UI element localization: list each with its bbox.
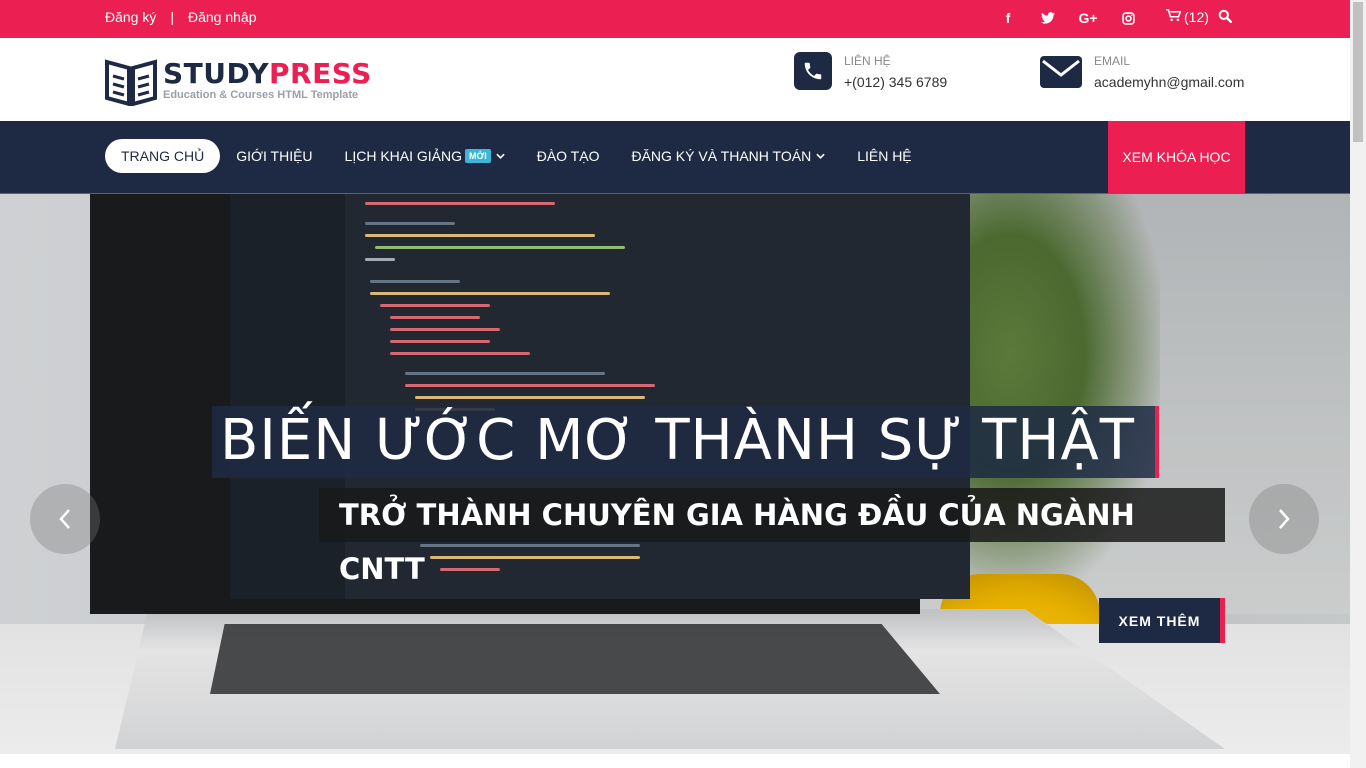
nav-item-about[interactable]: GIỚI THIỆU xyxy=(220,139,328,173)
nav-item-home[interactable]: TRANG CHỦ xyxy=(105,139,221,173)
site-logo[interactable]: STUDYPRESS Education & Courses HTML Temp… xyxy=(105,54,372,106)
auth-separator: | xyxy=(170,9,174,25)
login-link[interactable]: Đăng nhập xyxy=(188,9,257,25)
social-links: f G+ xyxy=(988,8,1148,28)
new-badge: MỚI xyxy=(465,149,491,163)
email-address: academyhn@gmail.com xyxy=(1094,74,1245,90)
nav-item-contact[interactable]: LIÊN HỆ xyxy=(841,139,927,173)
instagram-icon[interactable] xyxy=(1108,8,1148,28)
contact-label: LIÊN HỆ xyxy=(844,54,891,68)
twitter-icon[interactable] xyxy=(1028,8,1068,28)
brand-tagline: Education & Courses HTML Template xyxy=(163,89,359,101)
register-link[interactable]: Đăng ký xyxy=(105,9,156,25)
nav-item-registration[interactable]: ĐĂNG KÝ VÀ THANH TOÁN xyxy=(615,139,841,173)
slider-prev-button[interactable] xyxy=(30,484,100,554)
cart-icon xyxy=(1166,9,1182,25)
facebook-icon[interactable]: f xyxy=(988,8,1028,28)
contact-phone-number: +(012) 345 6789 xyxy=(844,74,948,90)
chevron-down-icon xyxy=(816,151,825,162)
scrollbar[interactable] xyxy=(1350,0,1366,768)
email-label: EMAIL xyxy=(1094,54,1131,68)
top-bar: Đăng ký | Đăng nhập f G+ (12) xyxy=(0,0,1350,38)
chevron-down-icon xyxy=(496,151,505,162)
search-icon[interactable] xyxy=(1218,9,1232,28)
nav-item-schedule[interactable]: LỊCH KHAI GIẢNG MỚI xyxy=(329,139,521,173)
hero-slider: BIẾN ƯỚC MƠ THÀNH SỰ THẬT TRỞ THÀNH CHUY… xyxy=(0,194,1350,754)
view-courses-button[interactable]: XEM KHÓA HỌC xyxy=(1108,121,1245,193)
chevron-right-icon xyxy=(1279,509,1290,529)
slider-next-button[interactable] xyxy=(1249,484,1319,554)
site-header: STUDYPRESS Education & Courses HTML Temp… xyxy=(0,38,1350,121)
book-logo-icon xyxy=(105,59,157,106)
hero-headline: BIẾN ƯỚC MƠ THÀNH SỰ THẬT xyxy=(212,406,1159,478)
auth-links: Đăng ký | Đăng nhập xyxy=(105,9,257,25)
page-bottom xyxy=(0,754,1350,768)
hero-subheadline: TRỞ THÀNH CHUYÊN GIA HÀNG ĐẦU CỦA NGÀNH … xyxy=(319,488,1225,586)
cart-count: (12) xyxy=(1184,9,1209,25)
brand-name: STUDYPRESS xyxy=(163,57,372,90)
read-more-button[interactable]: XEM THÊM xyxy=(1099,598,1225,643)
cart-button[interactable]: (12) xyxy=(1166,9,1209,25)
chevron-left-icon xyxy=(59,509,70,529)
google-plus-icon[interactable]: G+ xyxy=(1068,8,1108,28)
main-nav: TRANG CHỦ GIỚI THIỆU LỊCH KHAI GIẢNG MỚI … xyxy=(0,121,1350,194)
phone-icon xyxy=(794,52,832,90)
nav-item-training[interactable]: ĐÀO TẠO xyxy=(521,139,616,173)
contact-email: EMAIL academyhn@gmail.com xyxy=(1040,52,1244,90)
scrollbar-thumb[interactable] xyxy=(1353,2,1363,142)
contact-phone: LIÊN HỆ +(012) 345 6789 xyxy=(794,52,947,90)
envelope-icon xyxy=(1040,56,1082,88)
